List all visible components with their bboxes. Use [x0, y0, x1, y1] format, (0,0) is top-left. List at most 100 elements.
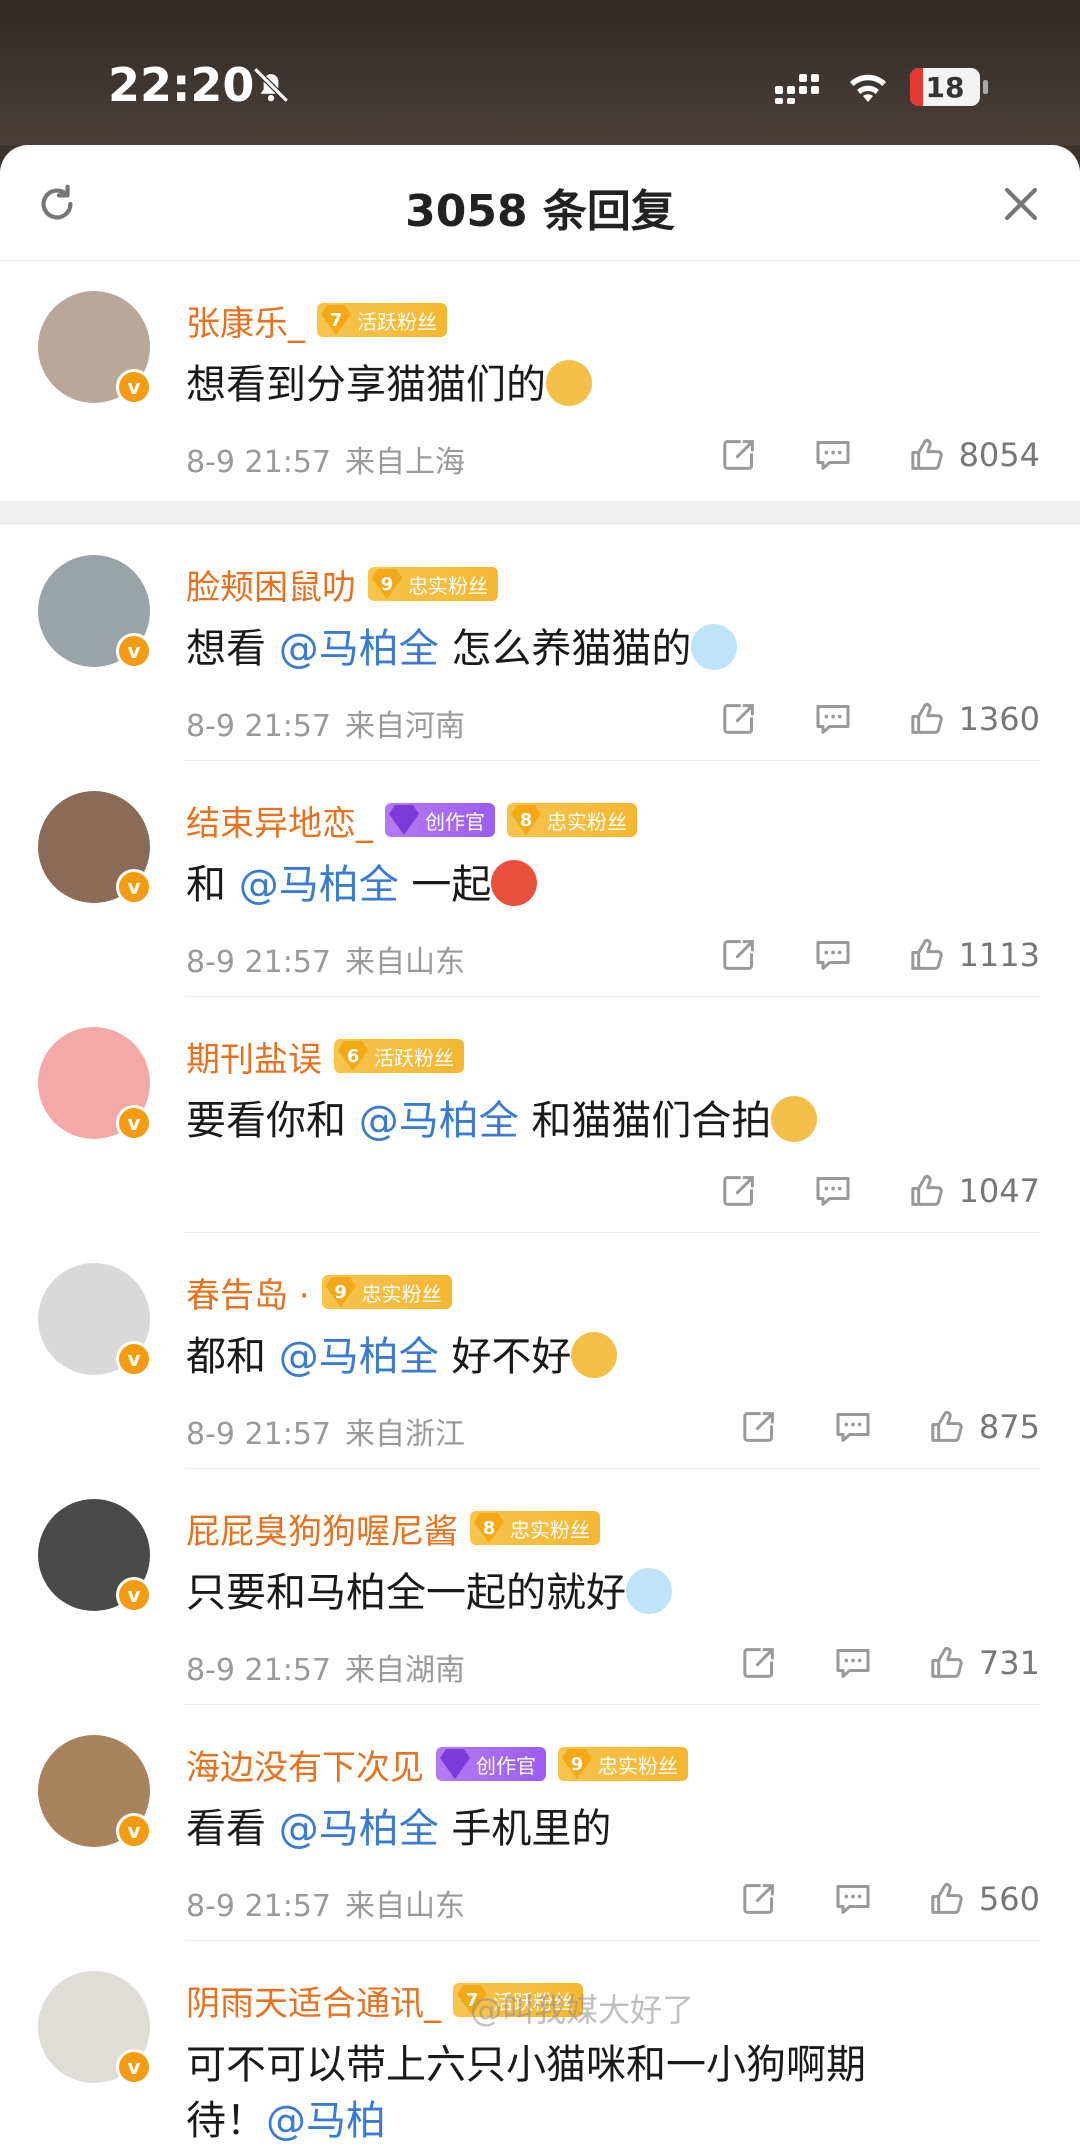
comment-text: 想看	[186, 626, 279, 672]
share-icon[interactable]	[739, 1407, 779, 1447]
share-icon[interactable]	[719, 699, 759, 739]
mention-link[interactable]: @马柏全	[239, 862, 399, 908]
fan-badge: 创作官	[436, 1747, 546, 1781]
comment-time: 8-9 21:57	[186, 709, 331, 744]
badge-label: 忠实粉丝	[510, 1517, 590, 1542]
like-icon[interactable]	[927, 1879, 967, 1919]
username[interactable]: 屁屁臭狗狗喔尼酱	[186, 1504, 458, 1553]
comment-item[interactable]: v 海边没有下次见 创作官 9 忠实粉丝 看看 @马柏全 手机里的 8-9 21:57 来自山…	[0, 1705, 1080, 1941]
like-icon[interactable]	[927, 1407, 967, 1447]
badge-label: 活跃粉丝	[357, 309, 437, 334]
comment-time: 8-9 21:57	[186, 1889, 331, 1924]
comment-item[interactable]: v 屁屁臭狗狗喔尼酱 8 忠实粉丝 只要和马柏全一起的就好 8-9 21:57 来自湖南 73…	[0, 1469, 1080, 1705]
mention-link[interactable]: @马柏	[266, 2098, 386, 2144]
comment-item[interactable]: v 春告岛 · 9 忠实粉丝 都和 @马柏全 好不好 8-9 21:57 来自浙江 875	[0, 1233, 1080, 1469]
comment-meta: 8-9 21:57 来自河南	[186, 701, 465, 745]
battery-indicator: 18	[910, 68, 980, 106]
emoji-icon	[691, 624, 738, 670]
username[interactable]: 期刊盐误	[186, 1032, 322, 1081]
comment-time: 8-9 21:57	[186, 945, 331, 980]
share-icon[interactable]	[739, 1879, 779, 1919]
verified-icon: v	[116, 369, 152, 405]
badge-level	[440, 1749, 470, 1779]
fan-badge: 7 活跃粉丝	[317, 303, 447, 337]
share-icon[interactable]	[719, 435, 759, 475]
comment-text: 想看到分享猫猫们的	[186, 362, 546, 408]
badge-level: 9	[372, 569, 402, 599]
sheet-header: 3058 条回复	[0, 145, 1080, 261]
battery-cap	[983, 80, 988, 94]
emoji-icon	[626, 1568, 672, 1614]
comment-text: 都和	[186, 1334, 279, 1380]
share-icon[interactable]	[719, 935, 759, 975]
comment-text: 要看你和	[186, 1098, 359, 1144]
username[interactable]: 张康乐_	[186, 296, 305, 345]
comment-item[interactable]: v 期刊盐误 6 活跃粉丝 要看你和 @马柏全 和猫猫们合拍 1047	[0, 997, 1080, 1233]
comment-time: 8-9 21:57	[186, 1653, 331, 1688]
username[interactable]: 结束异地恋_	[186, 796, 373, 845]
reply-icon[interactable]	[833, 1643, 873, 1683]
verified-icon: v	[116, 1577, 152, 1613]
username[interactable]: 脸颊困鼠叻	[186, 560, 356, 609]
share-icon[interactable]	[719, 1171, 759, 1211]
comment-text: 看看	[186, 1806, 279, 1852]
reply-icon[interactable]	[813, 1171, 853, 1211]
comment-actions: 1047	[719, 1169, 1040, 1213]
comment-text: 和	[186, 862, 239, 908]
like-icon[interactable]	[907, 1171, 947, 1211]
comment-body: 和 @马柏全 一起	[186, 857, 1040, 913]
reply-icon[interactable]	[833, 1879, 873, 1919]
fan-badge: 9 忠实粉丝	[368, 567, 498, 601]
share-icon[interactable]	[739, 1643, 779, 1683]
name-row: 海边没有下次见 创作官 9 忠实粉丝	[186, 1740, 688, 1789]
reply-icon[interactable]	[833, 1407, 873, 1447]
comment-item[interactable]: v 脸颊困鼠叻 9 忠实粉丝 想看 @马柏全 怎么养猫猫的 8-9 21:57 来自河南 13…	[0, 525, 1080, 761]
comment-item[interactable]: v 张康乐_ 7 活跃粉丝 想看到分享猫猫们的 8-9 21:57 来自上海 8054	[0, 261, 1080, 501]
comment-body: 想看 @马柏全 怎么养猫猫的	[186, 621, 1040, 677]
mention-link[interactable]: @马柏全	[279, 626, 439, 672]
mention-link[interactable]: @马柏全	[359, 1098, 519, 1144]
mention-link[interactable]: @马柏全	[279, 1806, 439, 1852]
mention-link[interactable]: @马柏全	[279, 1334, 439, 1380]
badge-label: 创作官	[476, 1753, 536, 1778]
like-icon[interactable]	[907, 699, 947, 739]
badge-level: 9	[325, 1277, 356, 1307]
comment-location: 来自山东	[345, 1889, 465, 1924]
like-icon[interactable]	[907, 435, 947, 475]
close-icon[interactable]	[1000, 183, 1042, 225]
comment-text-tail: 和猫猫们合拍	[518, 1098, 772, 1144]
comment-meta: 8-9 21:57 来自山东	[186, 1881, 465, 1925]
name-row: 期刊盐误 6 活跃粉丝	[186, 1032, 464, 1081]
reply-icon[interactable]	[813, 935, 853, 975]
reply-icon[interactable]	[813, 699, 853, 739]
comment-text-tail: 一起	[398, 862, 492, 908]
verified-icon: v	[116, 869, 152, 905]
like-count: 560	[978, 1880, 1040, 1918]
comment-time: 8-9 21:57	[186, 445, 331, 480]
username[interactable]: 海边没有下次见	[186, 1740, 424, 1789]
comment-body: 可不可以带上六只小猫咪和一小狗啊期 待！@马柏	[186, 2037, 1040, 2147]
badge-label: 活跃粉丝	[374, 1045, 454, 1070]
comment-text: 可不可以带上六只小猫咪和一小狗啊期	[186, 2042, 866, 2088]
comment-item[interactable]: v 阴雨天适合通讯_ 7 活跃粉丝 可不可以带上六只小猫咪和一小狗啊期 待！@马柏	[0, 1941, 1080, 2147]
comment-location: 来自河南	[345, 709, 465, 744]
comment-body: 要看你和 @马柏全 和猫猫们合拍	[186, 1093, 1040, 1149]
verified-icon: v	[116, 1813, 152, 1849]
fan-badge: 8 忠实粉丝	[470, 1511, 600, 1545]
comment-body: 只要和马柏全一起的就好	[186, 1565, 1040, 1621]
like-icon[interactable]	[907, 935, 947, 975]
username[interactable]: 阴雨天适合通讯_	[186, 1976, 441, 2025]
page-title: 3058 条回复	[405, 186, 675, 237]
reply-icon[interactable]	[813, 435, 853, 475]
comment-item[interactable]: v 结束异地恋_ 创作官 8 忠实粉丝和 @马柏全 一起 8-9 21:57 来自山东 111…	[0, 761, 1080, 997]
comment-meta: 8-9 21:57 来自山东	[186, 937, 465, 981]
watermark: @叫我媒大好了	[470, 1991, 695, 2029]
like-icon[interactable]	[927, 1643, 967, 1683]
like-count: 8054	[958, 436, 1040, 474]
username[interactable]: 春告岛 ·	[186, 1268, 310, 1317]
name-row: 春告岛 · 9 忠实粉丝	[186, 1268, 452, 1317]
badge-level	[389, 805, 419, 835]
comment-time: 8-9 21:57	[186, 1417, 331, 1452]
verified-icon: v	[116, 1105, 152, 1141]
comment-actions: 731	[739, 1641, 1040, 1685]
